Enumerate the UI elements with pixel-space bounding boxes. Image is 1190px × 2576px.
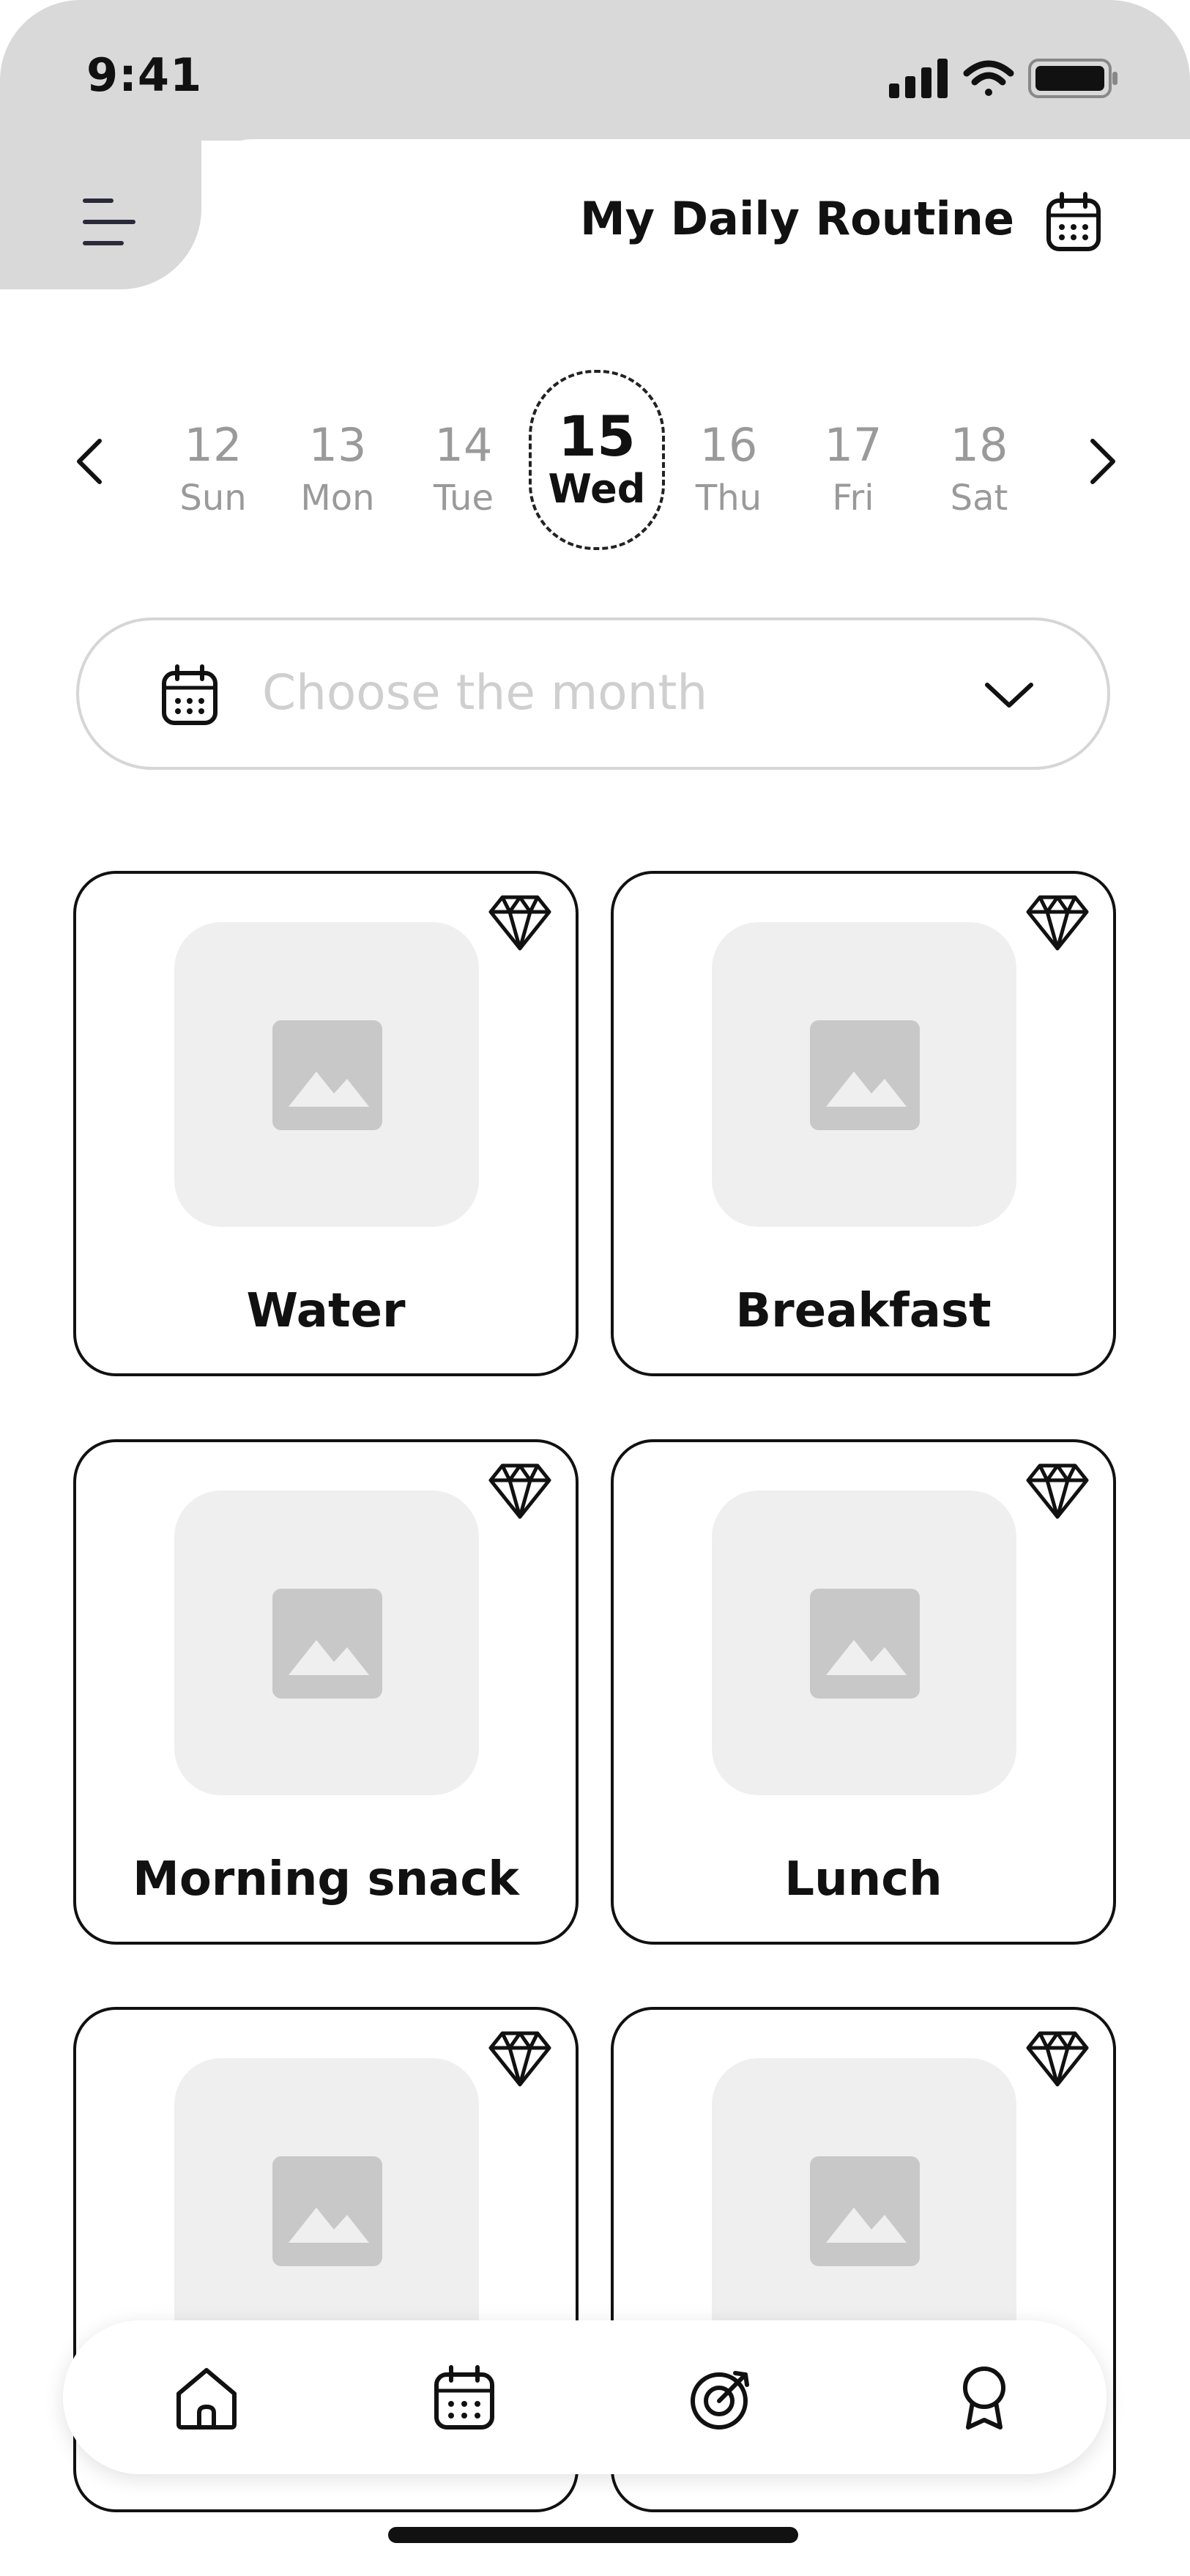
date-weekday: Sat	[950, 478, 1008, 519]
image-placeholder	[174, 1491, 479, 1795]
date-number: 16	[699, 418, 758, 472]
next-week-button[interactable]	[1076, 432, 1128, 491]
routine-card-breakfast[interactable]: Breakfast	[611, 871, 1116, 1376]
image-placeholder	[174, 2058, 479, 2363]
status-time: 9:41	[86, 48, 203, 102]
calendar-icon	[162, 664, 217, 725]
image-placeholder	[712, 1491, 1016, 1795]
date-weekday: Fri	[832, 478, 874, 519]
status-icons	[889, 59, 1118, 98]
card-label: Breakfast	[735, 1284, 992, 1338]
date-weekday: Wed	[548, 466, 646, 512]
diamond-icon[interactable]	[488, 1463, 552, 1520]
diamond-icon[interactable]	[488, 894, 552, 951]
month-select-placeholder: Choose the month	[262, 664, 708, 721]
date-number: 13	[308, 418, 367, 472]
card-label: Morning snack	[133, 1852, 519, 1907]
date-weekday: Mon	[300, 478, 375, 519]
home-icon[interactable]	[171, 2363, 242, 2433]
date-number: 14	[434, 418, 493, 472]
previous-week-button[interactable]	[64, 432, 116, 491]
date-number: 18	[950, 418, 1008, 472]
menu-icon[interactable]	[82, 196, 136, 248]
image-icon	[272, 2156, 382, 2266]
image-placeholder	[174, 922, 479, 1227]
date-mon[interactable]: 13 Mon	[275, 396, 400, 542]
routine-card-morning-snack[interactable]: Morning snack	[73, 1439, 579, 1945]
diamond-icon[interactable]	[488, 2030, 552, 2087]
date-tue[interactable]: 14 Tue	[401, 396, 526, 542]
wifi-icon	[963, 60, 1014, 96]
routine-card-water[interactable]: Water	[73, 871, 579, 1376]
image-placeholder	[712, 2058, 1016, 2363]
date-fri[interactable]: 17 Fri	[791, 396, 915, 542]
image-placeholder	[712, 922, 1016, 1227]
calendar-icon[interactable]	[1046, 192, 1101, 252]
image-icon	[810, 1020, 920, 1130]
date-number: 15	[558, 404, 636, 469]
signal-icon	[889, 59, 948, 98]
date-thu[interactable]: 16 Thu	[666, 396, 791, 542]
diamond-icon[interactable]	[1025, 2030, 1090, 2087]
routine-card-lunch[interactable]: Lunch	[611, 1439, 1116, 1945]
date-number: 12	[184, 418, 242, 472]
card-label: Lunch	[784, 1852, 942, 1907]
award-icon[interactable]	[949, 2363, 1019, 2433]
bottom-nav	[63, 2320, 1107, 2474]
diamond-icon[interactable]	[1025, 1463, 1090, 1520]
date-weekday: Sun	[179, 478, 247, 519]
date-sat[interactable]: 18 Sat	[917, 396, 1041, 542]
date-sun[interactable]: 12 Sun	[151, 396, 275, 542]
card-label: Water	[246, 1284, 406, 1338]
home-indicator	[388, 2527, 798, 2543]
image-icon	[810, 1589, 920, 1699]
month-select[interactable]: Choose the month	[76, 617, 1110, 770]
page-title: My Daily Routine	[579, 192, 1014, 245]
date-wed-selected[interactable]: 15 Wed	[529, 370, 665, 550]
date-number: 17	[824, 418, 882, 472]
diamond-icon[interactable]	[1025, 894, 1090, 951]
target-icon[interactable]	[687, 2363, 757, 2433]
calendar-icon[interactable]	[429, 2363, 499, 2433]
battery-icon	[1028, 59, 1118, 98]
date-weekday: Tue	[434, 478, 494, 519]
chevron-down-icon	[985, 683, 1033, 708]
date-weekday: Thu	[695, 478, 762, 519]
image-icon	[810, 2156, 920, 2266]
image-icon	[272, 1589, 382, 1699]
image-icon	[272, 1020, 382, 1130]
